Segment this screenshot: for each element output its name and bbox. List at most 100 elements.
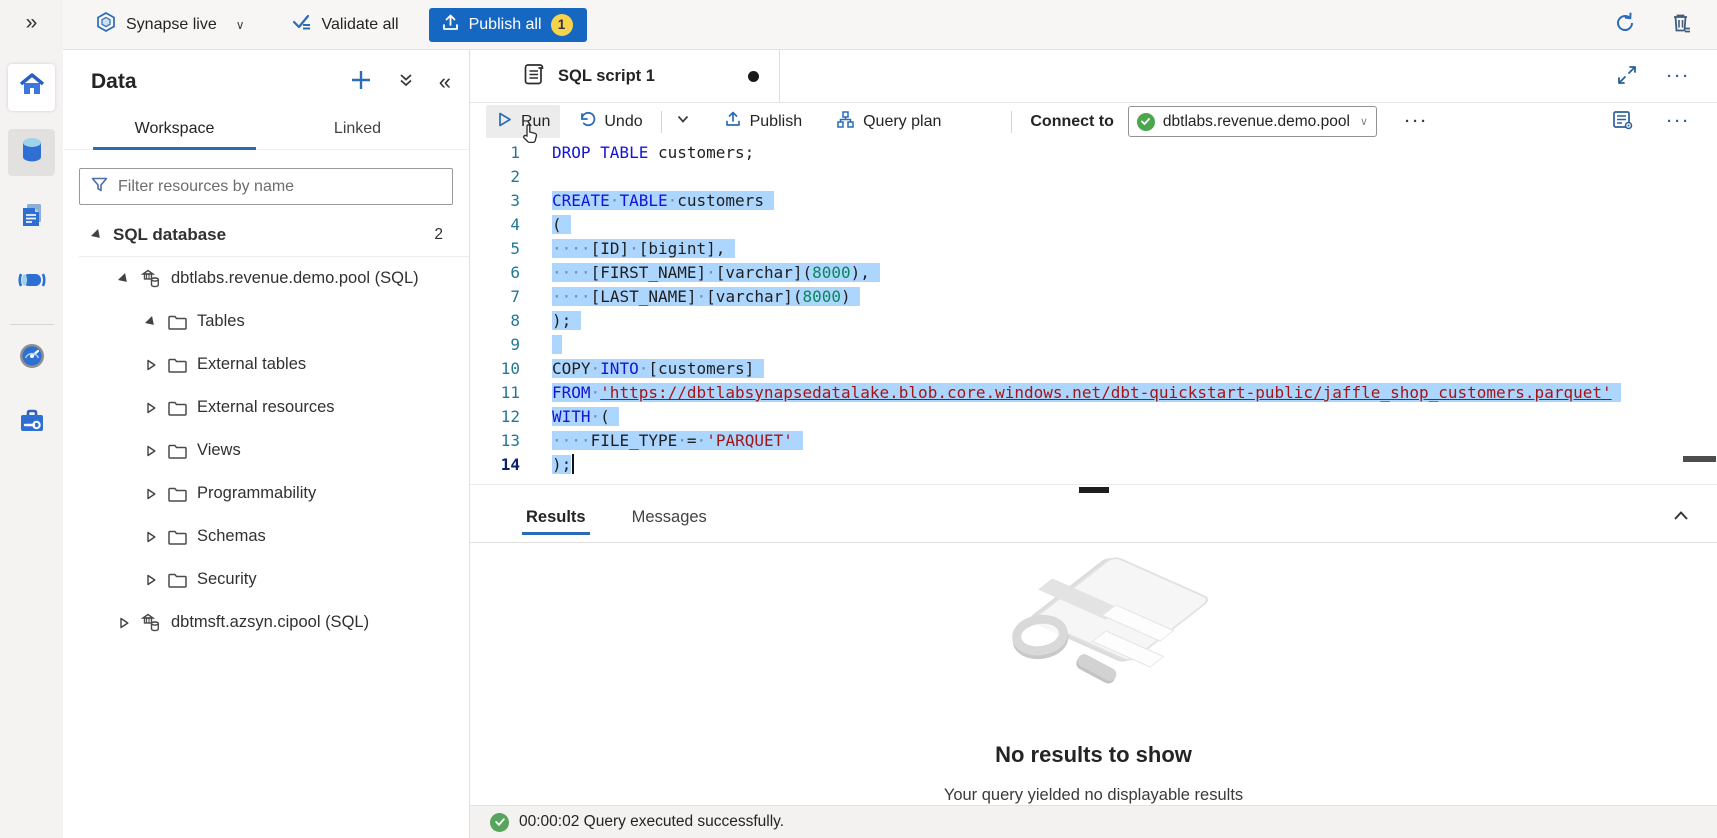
publish-all-button[interactable]: Publish all 1: [429, 8, 587, 42]
collapse-all-button[interactable]: [395, 69, 417, 94]
rail-expand-button[interactable]: »: [0, 0, 63, 46]
line-number[interactable]: 6: [470, 261, 546, 285]
tree-item-schemas[interactable]: Schemas: [63, 515, 469, 558]
tree-item-dbtlabs-revenue-demo-pool-sql[interactable]: dbtlabs.revenue.demo.pool (SQL): [63, 257, 469, 300]
synapse-studio-window: »: [0, 0, 1717, 838]
tree-item-external-tables[interactable]: External tables: [63, 343, 469, 386]
chevron-collapsed-icon[interactable]: [144, 574, 158, 586]
editor-bottom-border: [470, 484, 1717, 485]
code-line[interactable]: WITH·(: [552, 405, 1701, 429]
line-number[interactable]: 14: [470, 453, 546, 477]
chevron-expanded-icon[interactable]: [117, 273, 131, 285]
add-resource-button[interactable]: [347, 66, 375, 97]
sql-pool-icon: [140, 268, 162, 289]
chevron-expanded-icon[interactable]: [90, 229, 104, 241]
nav-develop[interactable]: [8, 194, 55, 241]
tree-item-label: dbtmsft.azsyn.cipool (SQL): [171, 613, 369, 632]
tree-item-security[interactable]: Security: [63, 558, 469, 601]
line-number[interactable]: 2: [470, 165, 546, 189]
collapse-results-button[interactable]: [1669, 504, 1693, 531]
undo-button[interactable]: Undo: [568, 105, 652, 138]
tree-item-views[interactable]: Views: [63, 429, 469, 472]
tree-item-programmability[interactable]: Programmability: [63, 472, 469, 515]
nav-data[interactable]: [8, 129, 55, 176]
code-line[interactable]: );: [552, 453, 1701, 477]
tree-item-sql-database[interactable]: SQL database 2: [63, 213, 469, 256]
line-number[interactable]: 11: [470, 381, 546, 405]
list-settings-icon: [1611, 108, 1635, 135]
chevron-collapsed-icon[interactable]: [144, 402, 158, 414]
chevron-collapsed-icon[interactable]: [144, 488, 158, 500]
folder-icon: [167, 442, 188, 460]
tree-item-label: SQL database: [113, 225, 226, 245]
undo-redo-dropdown[interactable]: [670, 105, 696, 138]
expand-editor-button[interactable]: [1615, 63, 1639, 90]
validate-all-button[interactable]: Validate all: [291, 11, 399, 38]
code-line[interactable]: DROP TABLE customers;: [552, 141, 1701, 165]
nav-integrate[interactable]: [8, 259, 55, 306]
code-line[interactable]: );: [552, 309, 1701, 333]
code-editor[interactable]: 1234567891011121314 DROP TABLE customers…: [470, 140, 1717, 487]
nav-monitor[interactable]: [8, 335, 55, 382]
nav-manage[interactable]: [8, 400, 55, 447]
code-line[interactable]: [552, 333, 1701, 357]
tab-more-actions-button[interactable]: ···: [1665, 67, 1693, 86]
code-line[interactable]: ····[FIRST_NAME]·[varchar](8000),: [552, 261, 1701, 285]
line-number[interactable]: 5: [470, 237, 546, 261]
collapse-panel-button[interactable]: «: [437, 69, 453, 95]
chevron-expanded-icon[interactable]: [144, 316, 158, 328]
line-number[interactable]: 3: [470, 189, 546, 213]
connect-to-pool-dropdown[interactable]: dbtlabs.revenue.demo.pool ∨: [1128, 106, 1377, 137]
refresh-button[interactable]: [1611, 9, 1639, 40]
chevron-collapsed-icon[interactable]: [117, 617, 131, 629]
environment-switcher[interactable]: Synapse live ∨: [95, 11, 245, 38]
script-settings-button[interactable]: [1609, 106, 1637, 137]
environment-label: Synapse live: [126, 16, 217, 34]
code-line[interactable]: FROM·'https://dbtlabsynapsedatalake.blob…: [552, 381, 1701, 405]
tab-workspace[interactable]: Workspace: [83, 111, 266, 149]
publish-upload-icon: [441, 13, 460, 37]
line-number[interactable]: 13: [470, 429, 546, 453]
line-number[interactable]: 9: [470, 333, 546, 357]
code-line[interactable]: ····FILE_TYPE·=·'PARQUET': [552, 429, 1701, 453]
code-line[interactable]: ····[ID]·[bigint],: [552, 237, 1701, 261]
tree-item-dbtmsft-azsyn-cipool-sql[interactable]: dbtmsft.azsyn.cipool (SQL): [63, 601, 469, 644]
publish-button[interactable]: Publish: [714, 105, 812, 138]
data-panel-tabs: Workspace Linked: [63, 111, 469, 150]
tab-results[interactable]: Results: [510, 496, 602, 539]
code-line[interactable]: [552, 165, 1701, 189]
filter-resources-input[interactable]: [118, 178, 442, 196]
chevron-down-icon: ∨: [236, 18, 245, 32]
folder-icon: [167, 485, 188, 503]
chevron-collapsed-icon[interactable]: [144, 445, 158, 457]
query-plan-button[interactable]: Query plan: [826, 105, 951, 138]
integrate-icon: [16, 265, 48, 300]
line-number[interactable]: 10: [470, 357, 546, 381]
tree-item-tables[interactable]: Tables: [63, 300, 469, 343]
tab-messages[interactable]: Messages: [616, 496, 723, 539]
publish-all-label: Publish all: [469, 16, 542, 34]
run-button[interactable]: Run: [486, 105, 560, 138]
line-number[interactable]: 12: [470, 405, 546, 429]
scrollbar-thumb[interactable]: [1683, 456, 1716, 462]
tab-sql-script-1[interactable]: SQL script 1: [470, 50, 780, 102]
tab-linked[interactable]: Linked: [266, 111, 449, 149]
line-number[interactable]: 4: [470, 213, 546, 237]
code-line[interactable]: ····[LAST_NAME]·[varchar](8000): [552, 285, 1701, 309]
validate-all-icon: [291, 11, 313, 38]
toolbar-more-button[interactable]: ···: [1665, 112, 1693, 131]
discard-button[interactable]: [1667, 9, 1695, 40]
chevron-collapsed-icon[interactable]: [144, 531, 158, 543]
nav-home[interactable]: [8, 64, 55, 111]
chevron-collapsed-icon[interactable]: [144, 359, 158, 371]
tree-item-external-resources[interactable]: External resources: [63, 386, 469, 429]
line-number[interactable]: 7: [470, 285, 546, 309]
tree-item-count: 2: [434, 226, 469, 244]
code-line[interactable]: COPY·INTO·[customers]: [552, 357, 1701, 381]
code-line[interactable]: (: [552, 213, 1701, 237]
connect-more-button[interactable]: ···: [1403, 112, 1431, 131]
undo-icon: [578, 110, 596, 133]
code-line[interactable]: CREATE·TABLE·customers: [552, 189, 1701, 213]
line-number[interactable]: 8: [470, 309, 546, 333]
toolbar-divider: [661, 111, 662, 133]
